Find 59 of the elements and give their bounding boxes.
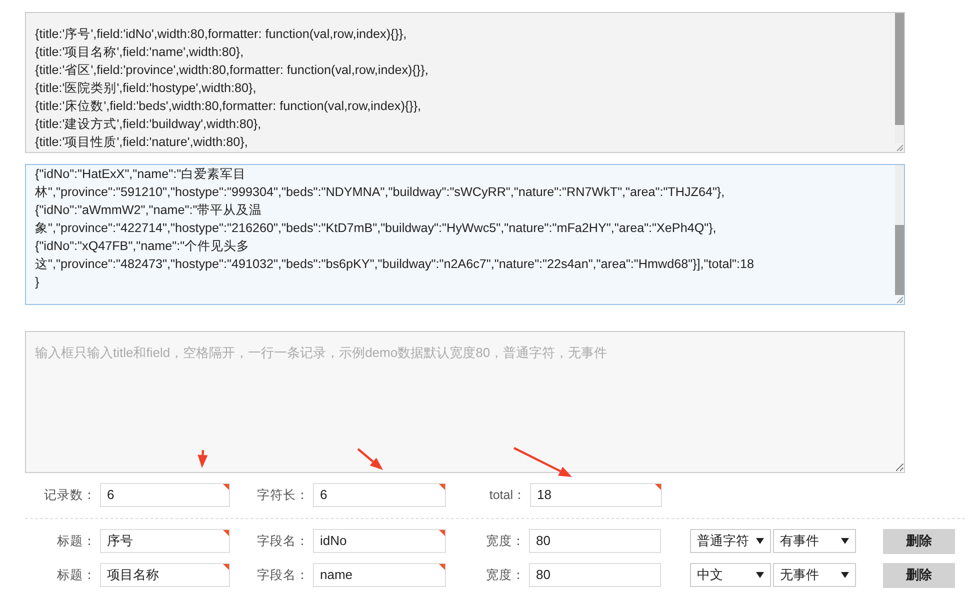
- required-marker-icon: [439, 530, 445, 536]
- caret-icon: [841, 572, 849, 578]
- field-label: 宽度：: [485, 566, 526, 584]
- field-label: 字段名：: [256, 532, 310, 550]
- field-label: total：: [488, 486, 527, 504]
- annotation-arrow: [357, 448, 383, 470]
- text-field[interactable]: 6: [313, 483, 446, 507]
- required-marker-icon: [655, 484, 661, 490]
- input-textarea[interactable]: 输入框只输入title和field，空格隔开，一行一条记录，示例demo数据默认宽度80，普通字符，无事件: [25, 331, 905, 473]
- field-label: 字段名：: [256, 566, 310, 584]
- code-line: 林","province":"591210","hostype":"999304","beds":"NDYMNA","buildway":"sWCyRR","nature":"RN7WkT","area":"THJZ64"},: [35, 184, 725, 201]
- resize-grip-icon[interactable]: [896, 144, 903, 151]
- text-field[interactable]: 80: [529, 563, 661, 587]
- code-line: }: [35, 274, 40, 291]
- text-field[interactable]: 80: [529, 529, 661, 553]
- text-field[interactable]: name: [313, 563, 446, 587]
- code-line: {title:'项目性质',field:'nature',width:80},: [35, 134, 248, 151]
- code-line: {"idNo":"aWmmW2","name":"带平从及温: [35, 202, 262, 219]
- code-line: {"idNo":"xQ47FB","name":"个件见头多: [35, 238, 250, 255]
- field-label: 标题：: [56, 566, 97, 584]
- code-line: 这","province":"482473","hostype":"491032","beds":"bs6pKY","buildway":"n2A6c7","nature":"22s4an","area":"Hmwd68"}],"total":18: [35, 256, 754, 273]
- code-textarea[interactable]: [25, 164, 905, 305]
- dropdown[interactable]: 普通字符: [690, 529, 771, 553]
- delete-button[interactable]: 删除: [883, 528, 955, 554]
- dropdown[interactable]: 中文: [690, 563, 771, 587]
- required-marker-icon: [439, 484, 445, 490]
- field-label: 宽度：: [485, 532, 526, 550]
- annotation-arrow: [514, 447, 572, 477]
- text-field[interactable]: idNo: [313, 529, 446, 553]
- code-line: {title:'省区',field:'province',width:80,formatter: function(val,row,index){}},: [35, 62, 428, 79]
- code-line: {"idNo":"HatExX","name":"白爱素军目: [35, 166, 246, 183]
- code-line: {title:'建设方式',field:'buildway',width:80},: [35, 116, 262, 133]
- caret-icon: [841, 538, 849, 544]
- field-label: 记录数：: [43, 486, 97, 504]
- resize-grip-icon[interactable]: [896, 296, 903, 303]
- field-label: 字符长：: [256, 486, 310, 504]
- field-label: 标题：: [56, 532, 97, 550]
- code-line: {title:'序号',field:'idNo',width:80,formatter: function(val,row,index){}},: [35, 26, 407, 43]
- scrollbar[interactable]: [895, 13, 904, 143]
- annotation-arrow: [198, 450, 208, 468]
- scrollbar[interactable]: [895, 165, 904, 295]
- code-line: {title:'项目名称',field:'name',width:80},: [35, 44, 244, 61]
- text-field[interactable]: 18: [530, 483, 662, 507]
- required-marker-icon: [223, 564, 229, 570]
- code-line: {title:'医院类别',field:'hostype',width:80},: [35, 80, 256, 97]
- text-field[interactable]: 6: [100, 483, 230, 507]
- required-marker-icon: [223, 530, 229, 536]
- required-marker-icon: [223, 484, 229, 490]
- text-field[interactable]: 项目名称: [100, 563, 230, 587]
- dropdown[interactable]: 无事件: [773, 563, 856, 587]
- delete-button[interactable]: 删除: [883, 562, 955, 588]
- dropdown[interactable]: 有事件: [773, 529, 856, 553]
- caret-icon: [756, 572, 764, 578]
- code-line: {title:'床位数',field:'beds',width:80,formatter: function(val,row,index){}},: [35, 98, 422, 115]
- required-marker-icon: [439, 564, 445, 570]
- code-textarea[interactable]: [25, 12, 905, 153]
- code-line: 象","province":"422714","hostype":"216260","beds":"KtD7mB","buildway":"HyWwc5","nature":"mFa2HY","area":"XePh4Q"},: [35, 220, 716, 237]
- caret-icon: [756, 538, 764, 544]
- text-field[interactable]: 序号: [100, 529, 230, 553]
